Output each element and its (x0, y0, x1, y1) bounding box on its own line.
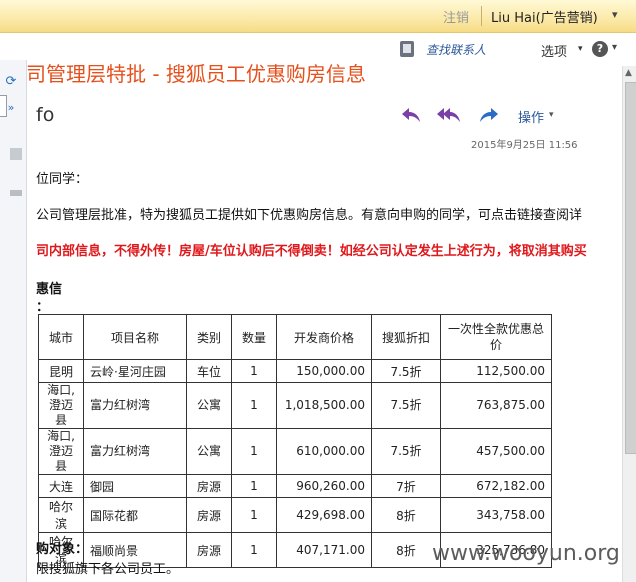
table-cell: 房源 (186, 497, 232, 533)
topbar-divider (481, 6, 482, 26)
table-cell: 1,018,500.00 (276, 382, 372, 429)
help-icon[interactable]: ? (592, 41, 608, 57)
table-cell: 海口,澄迈县 (38, 382, 84, 429)
table-cell: 海口,澄迈县 (38, 428, 84, 475)
vertical-scrollbar[interactable]: ▲ (622, 66, 636, 582)
table-cell: 1 (231, 428, 277, 475)
table-header: 数量 (231, 314, 277, 360)
section-subheading: ： (36, 300, 50, 315)
table-cell: 富力红树湾 (83, 428, 187, 475)
refresh-icon[interactable]: ⟳ (2, 74, 20, 90)
message-subject: 司管理层特批 - 搜狐员工优惠购房信息 (26, 62, 366, 86)
table-cell: 610,000.00 (276, 428, 372, 475)
table-row: 哈尔滨 国际花都 房源 1 429,698.00 8折 343,758.00 (38, 497, 552, 533)
intro-text: 公司管理层批准，特为搜狐员工提供如下优惠购房信息。有意向申购的同学，可点击链接查… (36, 208, 583, 223)
table-header: 搜狐折扣 (371, 314, 441, 360)
table-row: 昆明 云岭·星河庄园 车位 1 150,000.00 7.5折 112,500.… (38, 359, 552, 383)
collapsed-pane-icon[interactable] (10, 148, 22, 160)
table-cell: 公寓 (186, 382, 232, 429)
collapsed-pane-bar[interactable] (10, 190, 22, 196)
folder-input-edge[interactable] (0, 95, 7, 117)
table-cell: 房源 (186, 474, 232, 498)
section-heading: 惠信 (36, 282, 63, 297)
table-cell: 407,171.00 (276, 532, 372, 568)
table-cell: 1 (231, 532, 277, 568)
signout-link[interactable]: 注销 (443, 7, 469, 26)
options-caret-icon[interactable]: ▾ (578, 44, 583, 54)
table-row: 海口,澄迈县 富力红树湾 公寓 1 610,000.00 7.5折 457,50… (38, 428, 552, 475)
table-cell: 车位 (186, 359, 232, 383)
table-cell: 大连 (38, 474, 84, 498)
table-cell: 7.5折 (371, 359, 441, 383)
table-cell: 7.5折 (371, 428, 441, 475)
table-cell: 1 (231, 497, 277, 533)
table-cell: 云岭·星河庄园 (83, 359, 187, 383)
table-cell: 公寓 (186, 428, 232, 475)
table-cell: 昆明 (38, 359, 84, 383)
table-row: 海口,澄迈县 富力红树湾 公寓 1 1,018,500.00 7.5折 763,… (38, 382, 552, 429)
scrollbar-thumb[interactable] (625, 82, 636, 454)
greeting-text: 位同学： (36, 172, 89, 187)
options-menu[interactable]: 选项 (541, 41, 567, 60)
table-header-row: 城市 项目名称 类别 数量 开发商价格 搜狐折扣 一次性全款优惠总价 (38, 314, 552, 360)
table-cell: 国际花都 (83, 497, 187, 533)
actions-caret-icon[interactable]: ▾ (549, 110, 554, 120)
table-cell: 429,698.00 (276, 497, 372, 533)
table-row: 大连 御园 房源 1 960,260.00 7折 672,182.00 (38, 474, 552, 498)
watermark-text: www.wooyun.org (432, 541, 620, 566)
table-cell: 763,875.00 (440, 382, 552, 429)
warning-text: 司内部信息，不得外传！房屋/车位认购后不得倒卖！如经公司认定发生上述行为，将取消… (36, 244, 587, 259)
find-contacts-link[interactable]: 查找联系人 (426, 41, 486, 58)
table-cell: 御园 (83, 474, 187, 498)
table-header: 一次性全款优惠总价 (440, 314, 552, 360)
table-cell: 哈尔滨 (38, 497, 84, 533)
table-cell: 1 (231, 474, 277, 498)
table-cell: 112,500.00 (440, 359, 552, 383)
user-account-button[interactable]: Liu Hai(广告营销) (491, 7, 598, 26)
table-cell: 房源 (186, 532, 232, 568)
top-bar: 注销 Liu Hai(广告营销) ▾ (0, 0, 636, 33)
table-cell: 150,000.00 (276, 359, 372, 383)
table-cell: 富力红树湾 (83, 382, 187, 429)
user-menu-caret-icon[interactable]: ▾ (612, 8, 618, 21)
message-timestamp: 2015年9月25日 11:56 (471, 140, 578, 151)
table-cell: 8折 (371, 497, 441, 533)
forward-icon[interactable] (476, 106, 502, 126)
actions-menu[interactable]: 操作 (518, 107, 544, 126)
eligibility-text: 限搜狐旗下各公司员工。 (36, 562, 180, 577)
discount-table: 城市 项目名称 类别 数量 开发商价格 搜狐折扣 一次性全款优惠总价 昆明 云岭… (38, 314, 552, 568)
table-cell: 343,758.00 (440, 497, 552, 533)
table-cell: 1 (231, 382, 277, 429)
reply-icon[interactable] (398, 106, 424, 126)
table-cell: 457,500.00 (440, 428, 552, 475)
address-book-icon[interactable] (400, 41, 414, 57)
message-header-title: fo (36, 104, 55, 126)
table-header: 项目名称 (83, 314, 187, 360)
table-header: 类别 (186, 314, 232, 360)
scroll-up-icon[interactable]: ▲ (625, 68, 632, 78)
help-caret-icon[interactable]: ▾ (612, 42, 617, 53)
table-cell: 7折 (371, 474, 441, 498)
reply-all-icon[interactable] (436, 106, 462, 126)
table-header: 开发商价格 (276, 314, 372, 360)
table-cell: 1 (231, 359, 277, 383)
table-cell: 8折 (371, 532, 441, 568)
collapsed-sidebar: ⟳ » (0, 60, 27, 582)
eligibility-heading: 购对象： (36, 542, 89, 557)
table-cell: 960,260.00 (276, 474, 372, 498)
table-header: 城市 (38, 314, 84, 360)
table-cell: 7.5折 (371, 382, 441, 429)
table-cell: 672,182.00 (440, 474, 552, 498)
